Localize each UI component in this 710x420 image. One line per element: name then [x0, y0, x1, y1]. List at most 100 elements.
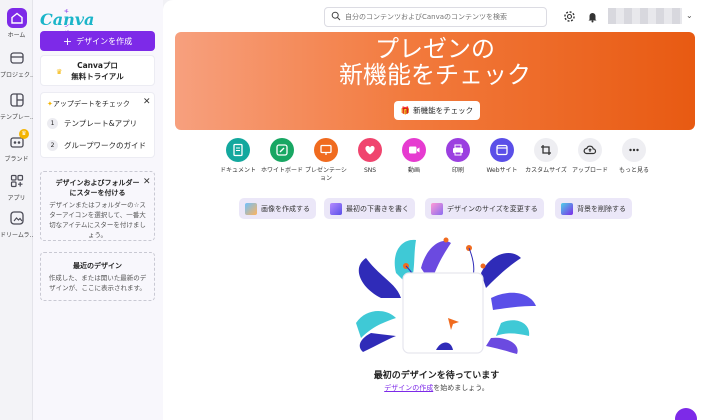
resize-icon [431, 202, 443, 215]
nav-rail: ホーム プロジェク… テンプレー… ♛ ブランド アプリ ドリームラ… [0, 0, 33, 420]
check-features-button[interactable]: 🎁 新機能をチェック [394, 101, 480, 120]
empty-state-subtitle: デザインの作成を始めましょう。 [163, 383, 710, 393]
heart-icon [358, 138, 382, 162]
search-bar[interactable] [324, 7, 547, 27]
help-button[interactable] [675, 408, 697, 420]
rail-item-brand[interactable]: ♛ ブランド [0, 129, 33, 163]
rail-item-apps[interactable]: アプリ [0, 171, 33, 202]
quick-action-label: 動画 [407, 167, 420, 174]
starred-body: デザインまたはフォルダーの☆スターアイコンを選択して、一番大切なアイテムにスター… [49, 201, 146, 239]
rail-label-projects: プロジェク… [0, 72, 33, 79]
bell-icon[interactable] [586, 10, 599, 23]
folder-icon [7, 48, 27, 68]
crown-badge-icon: ♛ [19, 129, 29, 139]
account-menu[interactable] [608, 8, 682, 24]
template-icon [7, 90, 27, 110]
website-icon [490, 138, 514, 162]
recent-body: 作成した、または開いた最新のデザインが、ここに表示されます。 [48, 274, 147, 292]
chip-label: 画像を作成する [261, 204, 310, 213]
background-remover-icon [561, 202, 573, 215]
magic-write-icon [330, 202, 342, 215]
quick-action-docs[interactable]: ドキュメント [216, 138, 260, 175]
quick-action-print[interactable]: 印刷 [436, 138, 480, 175]
quick-action-label: もっと見る [618, 167, 649, 174]
quick-action-label: 印刷 [451, 167, 464, 174]
video-icon [402, 138, 426, 162]
chip-create-image[interactable]: 画像を作成する [239, 198, 316, 219]
chip-label: 背景を削除する [577, 204, 626, 213]
more-icon [622, 138, 646, 162]
update-step[interactable]: 2 グループワークのガイド [47, 140, 146, 151]
banner-line1: プレゼンの [375, 35, 495, 63]
step-label: テンプレート&アプリ [64, 119, 138, 128]
create-design-button[interactable]: + デザインを作成 [40, 31, 155, 51]
empty-state-suffix: を始めましょう。 [433, 384, 489, 392]
chip-resize-design[interactable]: デザインのサイズを変更する [425, 198, 544, 219]
crown-icon: ♛ [56, 68, 63, 76]
chevron-down-icon[interactable]: ⌄ [686, 11, 693, 20]
starred-title: デザインおよびフォルダーにスターを付ける [55, 179, 140, 197]
quick-action-label: アップロード [571, 167, 608, 174]
document-icon [226, 138, 250, 162]
step-number: 1 [47, 118, 58, 129]
quick-action-sns[interactable]: SNS [348, 138, 392, 175]
recent-title: 最近のデザイン [73, 262, 122, 270]
quick-action-presentation[interactable]: プレゼンテーション [304, 138, 348, 183]
chip-remove-background[interactable]: 背景を削除する [555, 198, 632, 219]
apps-icon [7, 171, 27, 191]
dream-lab-icon [7, 208, 27, 228]
create-design-link[interactable]: デザインの作成 [384, 384, 433, 392]
quick-action-more[interactable]: もっと見る [612, 138, 656, 175]
search-input[interactable] [345, 13, 545, 21]
update-step[interactable]: 1 テンプレート&アプリ [47, 118, 137, 129]
rail-item-templates[interactable]: テンプレー… [0, 90, 33, 121]
rail-item-dream-lab[interactable]: ドリームラ… [0, 208, 33, 239]
chip-write-draft[interactable]: 最初の下書きを書く [324, 198, 415, 219]
pro-trial-card[interactable]: ♛ Canvaプロ 無料トライアル [40, 55, 155, 86]
rail-label-dream-lab: ドリームラ… [0, 232, 33, 239]
promo-banner: プレゼンの 新機能をチェック 🎁 新機能をチェック [175, 32, 695, 130]
rail-label-apps: アプリ [7, 195, 26, 202]
main-content: ⌄ プレゼンの 新機能をチェック 🎁 新機能をチェック ドキュメント ホワイトボ… [163, 0, 710, 420]
create-design-label: デザインを作成 [76, 36, 133, 46]
cloud-upload-icon [578, 138, 602, 162]
quick-action-video[interactable]: 動画 [392, 138, 436, 175]
quick-action-upload[interactable]: アップロード [568, 138, 612, 175]
banner-title: プレゼンの 新機能をチェック [175, 36, 695, 88]
starred-info-box: ✕ デザインおよびフォルダーにスターを付ける デザインまたはフォルダーの☆スター… [40, 171, 155, 241]
check-features-label: 新機能をチェック [413, 106, 474, 115]
side-panel: キャンバ Canva + デザインを作成 ♛ Canvaプロ 無料トライアル ✦… [33, 0, 163, 420]
quick-action-label: プレゼンテーション [305, 167, 347, 182]
rail-label-brand: ブランド [4, 156, 29, 163]
chip-label: 最初の下書きを書く [346, 204, 409, 213]
update-check-card: ✦アップデートをチェック ✕ 1 テンプレート&アプリ 2 グループワークのガイ… [40, 92, 155, 158]
rail-item-projects[interactable]: プロジェク… [0, 48, 33, 79]
quick-action-whiteboard[interactable]: ホワイトボード [260, 138, 304, 175]
quick-action-label: カスタムサイズ [525, 167, 567, 174]
home-icon [6, 8, 27, 28]
crop-icon [534, 138, 558, 162]
close-icon[interactable]: ✕ [143, 177, 151, 187]
whiteboard-icon [270, 138, 294, 162]
step-number: 2 [47, 140, 58, 151]
update-title: ✦アップデートをチェック [47, 99, 130, 109]
recent-designs-box: 最近のデザイン 作成した、または開いた最新のデザインが、ここに表示されます。 [40, 252, 155, 301]
quick-action-website[interactable]: Webサイト [480, 138, 524, 175]
image-icon [245, 202, 257, 215]
close-icon[interactable]: ✕ [143, 97, 151, 107]
update-title-text: アップデートをチェック [52, 100, 130, 108]
banner-line2: 新機能をチェック [339, 61, 531, 89]
quick-action-label: ドキュメント [219, 167, 256, 174]
empty-state-illustration [341, 228, 541, 358]
quick-action-label: ホワイトボード [260, 167, 303, 174]
rail-item-home[interactable]: ホーム [0, 8, 33, 39]
step-label: グループワークのガイド [64, 141, 147, 150]
gear-icon[interactable] [563, 10, 576, 23]
rail-label-home: ホーム [7, 32, 26, 39]
printer-icon [446, 138, 470, 162]
quick-action-label: SNS [363, 167, 377, 174]
rail-label-templates: テンプレー… [0, 114, 33, 121]
quick-action-custom-size[interactable]: カスタムサイズ [524, 138, 568, 175]
quick-action-label: Webサイト [486, 167, 518, 174]
plus-icon: + [62, 34, 73, 48]
